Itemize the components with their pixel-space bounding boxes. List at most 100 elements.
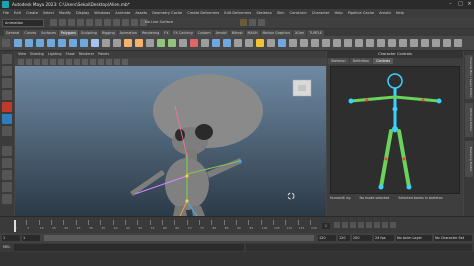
wireframe-icon[interactable] [74, 59, 80, 65]
command-input[interactable] [14, 244, 244, 251]
view-cube-icon[interactable] [292, 79, 312, 97]
humanik-figure-view[interactable] [330, 66, 460, 194]
paint-select-icon[interactable] [2, 78, 12, 88]
perspective-viewport[interactable] [15, 66, 326, 216]
close-icon[interactable]: × [465, 1, 474, 8]
single-view-icon[interactable] [2, 146, 12, 156]
source-label[interactable]: HumanIK rig [330, 196, 350, 200]
panel-menu-item[interactable]: Show [66, 52, 75, 56]
step-back-key-icon[interactable] [342, 222, 348, 228]
anim-layer-select[interactable]: No Anim Layer [396, 235, 432, 241]
time-slider[interactable]: 1510152025303540455055606570758085909510… [0, 216, 474, 233]
shelf-tool-icon[interactable] [322, 39, 330, 47]
grid-icon[interactable] [50, 59, 56, 65]
persp-graph-icon[interactable] [2, 182, 12, 192]
shelf-tool-icon[interactable] [289, 39, 297, 47]
shelf-tool-icon[interactable] [212, 39, 220, 47]
menu-item[interactable]: Create Deformers [187, 11, 219, 15]
shelf-tool-icon[interactable] [223, 39, 231, 47]
step-forward-key-icon[interactable] [382, 222, 388, 228]
menu-item[interactable]: Edit Deformers [224, 11, 251, 15]
menu-item[interactable]: Pipeline Cache [348, 11, 374, 15]
menu-item[interactable]: Help [334, 11, 342, 15]
tab-attribute-editor[interactable]: Attribute Editor [465, 103, 473, 137]
menu-item[interactable]: Edit [14, 11, 21, 15]
panel-menu-item[interactable]: Shading [30, 52, 44, 56]
minimize-icon[interactable]: – [446, 1, 455, 8]
maximize-icon[interactable]: □ [456, 1, 465, 8]
scale-tool-icon[interactable] [2, 114, 12, 124]
bookmark-icon[interactable] [34, 59, 40, 65]
shelf-tool-icon[interactable] [146, 39, 154, 47]
menu-item[interactable]: Modify [59, 11, 71, 15]
tab-channel-box[interactable]: Channel Box / Layer Editor [465, 55, 473, 99]
shelf-tool-icon[interactable] [245, 39, 253, 47]
go-to-start-icon[interactable] [334, 222, 340, 228]
shadows-icon[interactable] [106, 59, 112, 65]
character-controls-tab[interactable]: Definition [349, 58, 373, 64]
select-hierarchy-icon[interactable] [95, 19, 102, 26]
shelf-tool-icon[interactable] [410, 39, 418, 47]
shelf-tool-icon[interactable] [234, 39, 242, 47]
panel-menu-item[interactable]: Renderer [79, 52, 94, 56]
menu-item[interactable]: File [3, 11, 9, 15]
menu-item[interactable]: Skeleton [256, 11, 272, 15]
shelf-tool-icon[interactable] [300, 39, 308, 47]
shelf-tool-icon[interactable] [157, 39, 165, 47]
menu-item[interactable]: Geometry Cache [152, 11, 182, 15]
shelf-tool-icon[interactable] [366, 39, 374, 47]
rotate-tool-icon[interactable] [2, 102, 12, 112]
shelf-tool-icon[interactable] [124, 39, 132, 47]
shelf-tool-icon[interactable] [201, 39, 209, 47]
menu-item[interactable]: Arnold [379, 11, 391, 15]
shelf-tool-icon[interactable] [179, 39, 187, 47]
end-frame-field[interactable]: 120 [338, 235, 350, 241]
fps-select[interactable]: 24 fps [374, 235, 394, 241]
panel-menu-item[interactable]: View [18, 52, 26, 56]
shelf-tool-icon[interactable] [344, 39, 352, 47]
shelf-tool-icon[interactable] [399, 39, 407, 47]
playback-end-field[interactable]: 120 [318, 235, 336, 241]
redo-icon[interactable] [86, 19, 93, 26]
select-object-icon[interactable] [104, 19, 111, 26]
character-set-select[interactable]: No Character Set [434, 235, 472, 241]
shelf-tool-icon[interactable] [91, 39, 99, 47]
playback-start-field[interactable]: 1 [22, 235, 40, 241]
shelf-tool-icon[interactable] [102, 39, 110, 47]
shelf-tool-icon[interactable] [168, 39, 176, 47]
undo-icon[interactable] [77, 19, 84, 26]
menu-item[interactable]: Constrain [290, 11, 307, 15]
lighting-icon[interactable] [98, 59, 104, 65]
shelf-tool-icon[interactable] [14, 39, 22, 47]
persp-outliner-icon[interactable] [2, 170, 12, 180]
shelf-tool-icon[interactable] [80, 39, 88, 47]
shelf-tool-icon[interactable] [47, 39, 55, 47]
start-frame-field[interactable]: 1 [2, 235, 20, 241]
select-tool-icon[interactable] [2, 54, 12, 64]
textured-icon[interactable] [90, 59, 96, 65]
character-controls-tab[interactable]: Skeleton [328, 58, 349, 64]
shelf-tool-icon[interactable] [432, 39, 440, 47]
isolate-icon[interactable] [122, 59, 128, 65]
current-frame-marker[interactable] [14, 220, 16, 232]
menu-item[interactable]: Help [396, 11, 404, 15]
menu-set-select[interactable]: Animation [2, 19, 44, 27]
menu-item[interactable]: Display [76, 11, 89, 15]
go-to-end-icon[interactable] [390, 222, 396, 228]
shelf-tool-icon[interactable] [311, 39, 319, 47]
live-surface-label[interactable]: No Live Surface [145, 20, 173, 24]
camera-attributes-icon[interactable] [26, 59, 32, 65]
shelf-tool-icon[interactable] [278, 39, 286, 47]
shelf-tool-icon[interactable] [36, 39, 44, 47]
play-forwards-icon[interactable] [366, 222, 372, 228]
shelf-tool-icon[interactable] [113, 39, 121, 47]
outliner-icon[interactable] [2, 194, 12, 204]
snap-curve-icon[interactable] [131, 19, 138, 26]
menu-item[interactable]: Assets [135, 11, 147, 15]
shelf-tool-icon[interactable] [333, 39, 341, 47]
film-gate-icon[interactable] [58, 59, 64, 65]
shelf-tool-icon[interactable] [135, 39, 143, 47]
four-view-icon[interactable] [2, 158, 12, 168]
image-plane-icon[interactable] [42, 59, 48, 65]
shelf-tool-icon[interactable] [421, 39, 429, 47]
